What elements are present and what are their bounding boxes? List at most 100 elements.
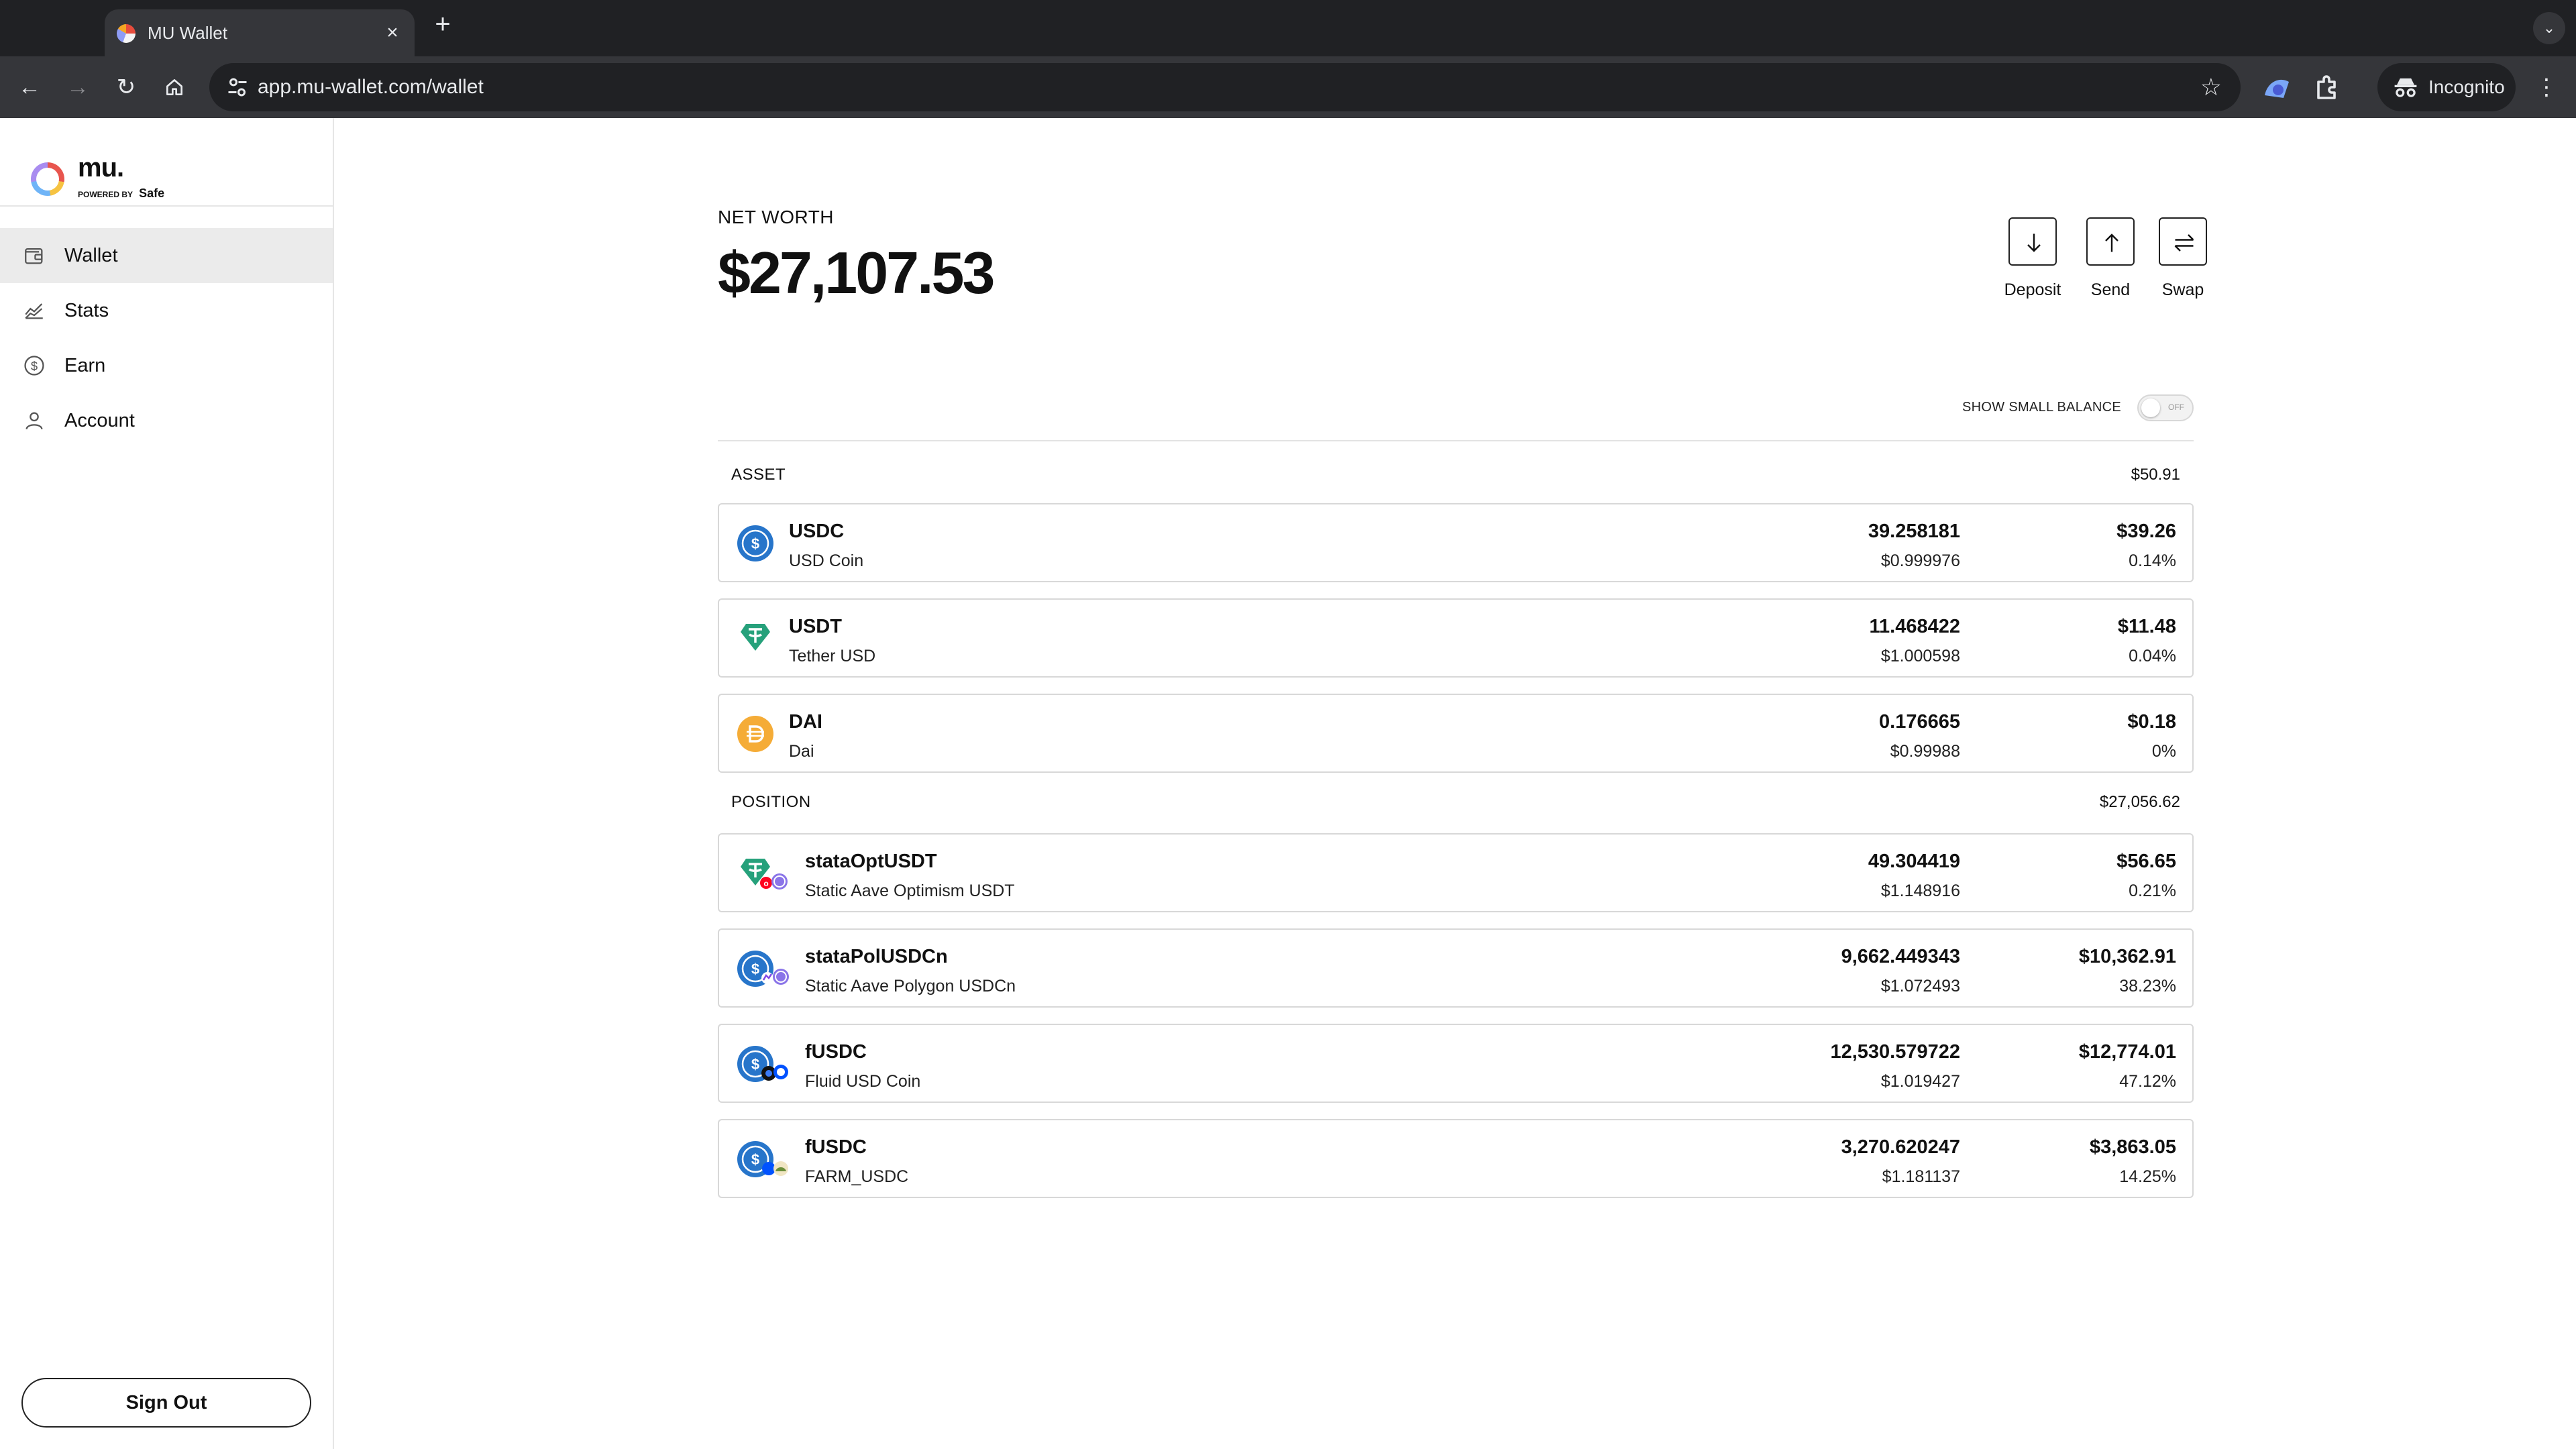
usdt-icon [741, 624, 770, 651]
tab-search-chevron-icon[interactable]: ⌄ [2533, 12, 2565, 44]
asset-name: Tether USD [789, 647, 876, 665]
position-price: $1.019427 [1880, 1072, 1960, 1091]
address-bar[interactable]: app.mu-wallet.com/wallet ☆ [209, 63, 2241, 111]
swap-button[interactable] [2159, 217, 2207, 266]
arrow-up-icon [2105, 233, 2118, 252]
new-tab-button[interactable]: + [429, 11, 456, 38]
asset-symbol: USDT [789, 616, 842, 637]
asset-value: $0.18 [2127, 711, 2176, 733]
small-balance-toggle[interactable]: OFF [2137, 394, 2194, 421]
asset-price: $1.000598 [1880, 647, 1960, 665]
swap-label: Swap [2161, 280, 2204, 299]
position-name: Static Aave Polygon USDCn [805, 977, 1016, 996]
asset-value: $11.48 [2117, 616, 2176, 637]
asset-row[interactable]: $ USDC USD Coin 39.258181 $0.999976 $39.… [718, 503, 2194, 582]
sidebar-item-label: Account [64, 410, 135, 431]
position-section-total: $27,056.62 [2099, 793, 2180, 811]
swap-arrows-icon [2174, 234, 2194, 252]
usdc-fluid-base-icon: $ [737, 1046, 788, 1082]
toggle-knob [2141, 398, 2160, 417]
asset-name: Dai [789, 742, 814, 761]
asset-price: $0.999976 [1880, 551, 1960, 570]
position-percent: 38.23% [2119, 977, 2176, 996]
position-symbol: stataPolUSDCn [805, 946, 948, 967]
position-row[interactable]: o stataOptUSDT Static Aave Optimism USDT… [718, 833, 2194, 912]
asset-percent: 0% [2151, 742, 2176, 761]
asset-symbol: DAI [789, 711, 822, 733]
asset-symbol: USDC [789, 521, 845, 542]
position-symbol: fUSDC [805, 1041, 867, 1063]
forward-arrow-icon[interactable]: → [62, 71, 94, 103]
site-settings-icon[interactable] [225, 75, 250, 99]
back-arrow-icon[interactable]: ← [13, 71, 46, 103]
sidebar-item-label: Earn [64, 355, 106, 376]
svg-text:$: $ [751, 1151, 759, 1168]
position-amount: 9,662.449343 [1841, 946, 1960, 967]
usdt-aave-optimism-icon: o [741, 859, 788, 890]
divider [0, 205, 333, 207]
position-row[interactable]: $ stataPolUSDCn Static Aave Polygon USDC… [718, 928, 2194, 1008]
sidebar-item-wallet[interactable]: Wallet [0, 228, 333, 283]
powered-by-label: POWERED BY [78, 190, 133, 199]
svg-text:$: $ [751, 1056, 759, 1073]
sidebar-item-label: Stats [64, 300, 109, 321]
send-action[interactable]: Send [2070, 217, 2151, 300]
browser-tab[interactable]: MU Wallet × [105, 9, 415, 56]
powered-by: POWERED BY Safe [78, 186, 164, 201]
position-value: $56.65 [2116, 851, 2176, 872]
asset-row[interactable]: USDT Tether USD 11.468422 $1.000598 $11.… [718, 598, 2194, 678]
position-section-header: POSITION $27,056.62 [718, 790, 2194, 817]
sidebar-item-stats[interactable]: Stats [0, 283, 333, 338]
deposit-button[interactable] [2008, 217, 2057, 266]
incognito-indicator[interactable]: Incognito [2377, 63, 2516, 111]
sidebar-item-earn[interactable]: $ Earn [0, 338, 333, 393]
sign-out-button[interactable]: Sign Out [21, 1378, 311, 1428]
send-button[interactable] [2086, 217, 2135, 266]
asset-row[interactable]: DAI Dai 0.176665 $0.99988 $0.18 0% [718, 694, 2194, 773]
position-amount: 3,270.620247 [1841, 1136, 1960, 1158]
asset-value: $39.26 [2116, 521, 2176, 542]
brand-name: mu. [78, 153, 124, 182]
sidebar-item-account[interactable]: Account [0, 393, 333, 448]
asset-amount: 39.258181 [1868, 521, 1960, 542]
position-price: $1.148916 [1880, 881, 1960, 900]
asset-percent: 0.14% [2129, 551, 2176, 570]
bookmark-star-icon[interactable]: ☆ [2200, 72, 2222, 102]
asset-percent: 0.04% [2129, 647, 2176, 665]
position-value: $12,774.01 [2078, 1041, 2176, 1063]
asset-amount: 11.468422 [1869, 616, 1960, 637]
extensions-puzzle-icon[interactable] [2310, 71, 2343, 103]
send-label: Send [2090, 280, 2131, 299]
position-row[interactable]: $ fUSDC Fluid USD Coin 12,530.579722 $1.… [718, 1024, 2194, 1103]
small-balance-label: SHOW SMALL BALANCE [1962, 400, 2121, 415]
toggle-state-text: OFF [2168, 402, 2184, 412]
arrow-down-icon [2027, 233, 2041, 252]
small-balance-control: SHOW SMALL BALANCE OFF [1925, 393, 2194, 423]
url-text[interactable]: app.mu-wallet.com/wallet [258, 63, 484, 111]
extension-blue-icon[interactable] [2261, 71, 2293, 103]
home-icon[interactable] [158, 71, 191, 103]
asset-price: $0.99988 [1890, 742, 1960, 761]
close-tab-icon[interactable]: × [381, 21, 404, 44]
browser-toolbar: ← → ↻ app.mu-wallet.com/wallet ☆ Incogni… [0, 56, 2576, 118]
position-section-title: POSITION [731, 793, 811, 811]
position-row[interactable]: $ fUSDC FARM_USDC 3,270.620247 $1.181137… [718, 1119, 2194, 1198]
usdc-icon: $ [737, 525, 773, 561]
tab-title: MU Wallet [148, 23, 227, 43]
incognito-icon [2394, 78, 2417, 97]
position-symbol: stataOptUSDT [805, 851, 937, 872]
position-percent: 0.21% [2129, 881, 2176, 900]
browser-menu-icon[interactable]: ⋮ [2530, 71, 2563, 103]
reload-icon[interactable]: ↻ [110, 71, 142, 103]
position-symbol: fUSDC [805, 1136, 867, 1158]
svg-text:$: $ [31, 359, 38, 373]
usdc-aave-polygon-icon: $ [737, 951, 789, 987]
deposit-label: Deposit [2004, 280, 2061, 299]
swap-action[interactable]: Swap [2143, 217, 2223, 300]
position-percent: 14.25% [2119, 1167, 2176, 1186]
mu-favicon-icon [117, 24, 136, 43]
asset-section-title: ASSET [731, 466, 786, 484]
svg-text:$: $ [751, 535, 759, 552]
position-name: Static Aave Optimism USDT [805, 881, 1015, 900]
deposit-action[interactable]: Deposit [1992, 217, 2073, 300]
